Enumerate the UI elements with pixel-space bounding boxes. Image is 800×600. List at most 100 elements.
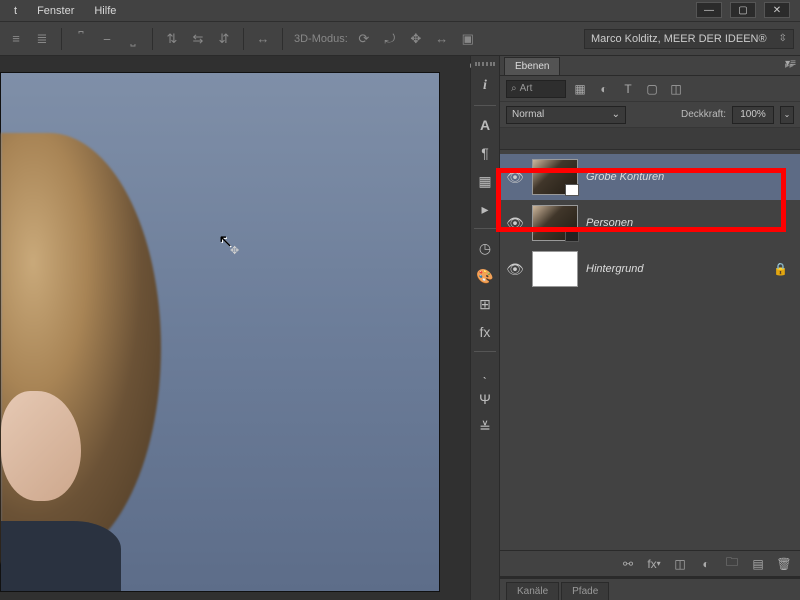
align-bottom-icon[interactable]: ⎵	[123, 29, 143, 49]
roll-icon[interactable]: ⤾	[380, 29, 400, 49]
align-middle-icon[interactable]: ⎯	[97, 29, 117, 49]
dock-grip-icon[interactable]	[475, 62, 495, 66]
paragraph-panel-icon[interactable]: ¶	[473, 141, 497, 165]
layer-name[interactable]: Hintergrund	[586, 263, 643, 275]
opacity-label: Deckkraft:	[681, 109, 726, 120]
align-top-icon[interactable]: ⎴	[71, 29, 91, 49]
tab-ebenen[interactable]: Ebenen	[504, 57, 560, 75]
lock-icon: 🔒	[773, 262, 788, 276]
layer-row[interactable]: 👁 Personen	[500, 200, 800, 246]
align-icon[interactable]: ≣	[32, 29, 52, 49]
menu-item-hilfe[interactable]: Hilfe	[84, 5, 126, 17]
blend-mode-value: Normal	[512, 109, 544, 120]
add-mask-icon[interactable]: ◫	[670, 554, 690, 574]
align-icon[interactable]: ≡	[6, 29, 26, 49]
visibility-toggle-icon[interactable]: 👁	[506, 215, 524, 232]
image-content	[1, 133, 161, 563]
workspace-name: Marco Kolditz, MEER DER IDEEN®	[591, 33, 767, 45]
distribute-icon[interactable]: ⇆	[188, 29, 208, 49]
tool-presets-icon[interactable]: ≚	[473, 415, 497, 439]
layer-thumbnail[interactable]	[532, 159, 578, 195]
divider	[474, 228, 496, 229]
distribute-icon[interactable]: ⇵	[214, 29, 234, 49]
adjustment-layer-icon[interactable]: ◐	[696, 554, 716, 574]
panel-menu-icon[interactable]: ▾≡	[785, 58, 796, 69]
filter-pixel-icon[interactable]: ▦	[570, 80, 590, 98]
layer-filter-search[interactable]: ⌕ Art	[506, 80, 566, 98]
document-canvas[interactable]	[0, 72, 440, 592]
layer-row[interactable]: 👁 Grobe Konturen	[500, 154, 800, 200]
main-area: ◂◂ ▸▸ ↖ ✥ i A ¶ ▦ ▸ ◷ 🎨 ⊞ fx ˎ Ψ ≚ Ebene…	[0, 56, 800, 600]
brush-presets-icon[interactable]: Ψ	[473, 387, 497, 411]
pan-icon[interactable]: ✥	[406, 29, 426, 49]
opacity-value[interactable]: 100%	[732, 106, 774, 124]
link-layers-icon[interactable]: ⚯	[618, 554, 638, 574]
distribute-icon[interactable]: ⇅	[162, 29, 182, 49]
layer-mask-thumbnail[interactable]	[565, 230, 579, 242]
tab-pfade[interactable]: Pfade	[561, 582, 609, 600]
search-icon: ⌕	[511, 83, 517, 94]
panel-tabs: Ebenen ▾≡	[500, 56, 800, 76]
layer-row[interactable]: 👁 Hintergrund 🔒	[500, 246, 800, 292]
color-panel-icon[interactable]: 🎨	[473, 264, 497, 288]
layer-fx-icon[interactable]: fx▾	[644, 554, 664, 574]
filter-shape-icon[interactable]: ▢	[642, 80, 662, 98]
filter-adjust-icon[interactable]: ◐	[594, 80, 614, 98]
maximize-button[interactable]: ▢	[730, 2, 756, 18]
workspace-selector[interactable]: Marco Kolditz, MEER DER IDEEN® ⇳	[584, 29, 794, 49]
distribute-icon[interactable]: ↔	[253, 29, 273, 49]
visibility-toggle-icon[interactable]: 👁	[506, 169, 524, 186]
image-content	[1, 521, 121, 591]
chevron-updown-icon: ⇳	[779, 33, 787, 44]
new-layer-icon[interactable]: ▤	[748, 554, 768, 574]
character-panel-icon[interactable]: A	[473, 113, 497, 137]
layer-name[interactable]: Personen	[586, 217, 633, 229]
visibility-toggle-icon[interactable]: 👁	[506, 261, 524, 278]
group-layers-icon[interactable]: 🗀	[722, 554, 742, 574]
layer-mask-thumbnail[interactable]	[565, 184, 579, 196]
canvas-area[interactable]: ↖ ✥	[0, 56, 470, 600]
menu-bar: t Fenster Hilfe	[0, 0, 800, 22]
layer-filter-row: ⌕ Art ▦ ◐ T ▢ ◫	[500, 76, 800, 102]
divider	[474, 351, 496, 352]
layers-panel: ⌕ Art ▦ ◐ T ▢ ◫ Normal ⌄ Deckkraft: 100%…	[500, 76, 800, 600]
collapsed-panel-dock: i A ¶ ▦ ▸ ◷ 🎨 ⊞ fx ˎ Ψ ≚	[470, 56, 500, 600]
right-panel-group: Ebenen ▾≡ ⌕ Art ▦ ◐ T ▢ ◫ Normal ⌄ Dec	[500, 56, 800, 600]
slide-icon[interactable]: ↔	[432, 29, 452, 49]
minimize-button[interactable]: —	[696, 2, 722, 18]
layer-thumbnail[interactable]	[532, 251, 578, 287]
close-button[interactable]: ✕	[764, 2, 790, 18]
history-panel-icon[interactable]: ◷	[473, 236, 497, 260]
bottom-panel-tabs: Kanäle Pfade	[500, 578, 800, 600]
divider	[243, 28, 244, 50]
opacity-chevron-icon[interactable]: ⌄	[780, 106, 794, 124]
styles-panel-icon[interactable]: fx	[473, 320, 497, 344]
orbit-icon[interactable]: ⟳	[354, 29, 374, 49]
layers-panel-footer: ⚯ fx▾ ◫ ◐ 🗀 ▤ 🗑	[500, 550, 800, 576]
camera-icon[interactable]: ▣	[458, 29, 478, 49]
window-controls: — ▢ ✕	[696, 2, 790, 18]
divider	[152, 28, 153, 50]
layer-name[interactable]: Grobe Konturen	[586, 171, 664, 183]
layer-lock-row	[500, 128, 800, 150]
chevron-down-icon: ⌄	[612, 109, 620, 120]
divider	[282, 28, 283, 50]
grid-panel-icon[interactable]: ⊞	[473, 292, 497, 316]
actions-panel-icon[interactable]: ▸	[473, 197, 497, 221]
delete-layer-icon[interactable]: 🗑	[774, 554, 794, 574]
layer-blend-row: Normal ⌄ Deckkraft: 100% ⌄	[500, 102, 800, 128]
brush-panel-icon[interactable]: ˎ	[473, 359, 497, 383]
filter-type-icon[interactable]: T	[618, 80, 638, 98]
divider	[474, 105, 496, 106]
blend-mode-select[interactable]: Normal ⌄	[506, 106, 626, 124]
divider	[61, 28, 62, 50]
menu-item[interactable]: t	[4, 5, 27, 17]
layer-filter-placeholder: Art	[520, 83, 533, 94]
swatch-panel-icon[interactable]: ▦	[473, 169, 497, 193]
menu-item-fenster[interactable]: Fenster	[27, 5, 84, 17]
info-panel-icon[interactable]: i	[473, 74, 497, 98]
layer-thumbnail[interactable]	[532, 205, 578, 241]
tab-kanaele[interactable]: Kanäle	[506, 582, 559, 600]
mode-3d-label: 3D-Modus:	[294, 33, 348, 45]
filter-smart-icon[interactable]: ◫	[666, 80, 686, 98]
